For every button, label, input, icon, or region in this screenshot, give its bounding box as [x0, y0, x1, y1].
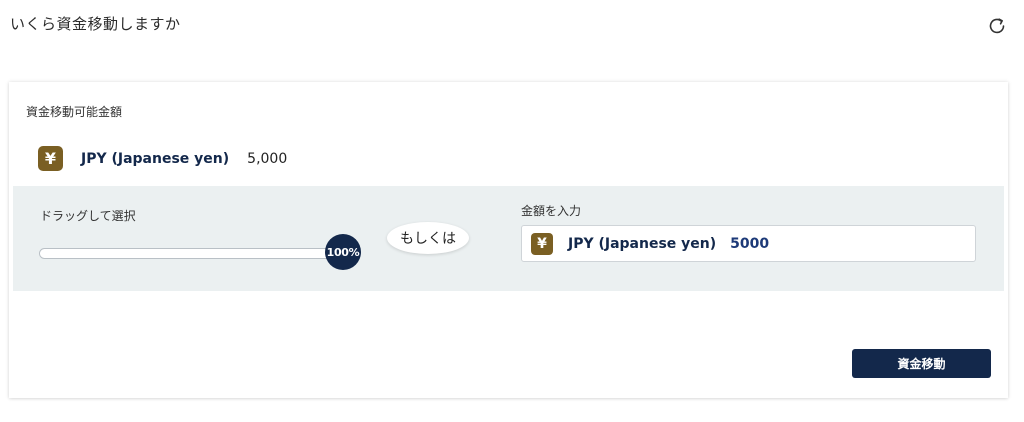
- available-currency-name: JPY (Japanese yen): [81, 150, 230, 167]
- amount-input-field[interactable]: ¥ JPY (Japanese yen) 5000: [521, 225, 976, 262]
- amount-slider-handle[interactable]: 100%: [325, 234, 361, 270]
- input-currency-name: JPY (Japanese yen): [568, 235, 717, 252]
- page-title: いくら資金移動しますか: [10, 15, 181, 33]
- transfer-card: 資金移動可能金額 ¥ JPY (Japanese yen) 5,000 ドラッグ…: [9, 82, 1008, 398]
- available-amount-value: 5,000: [247, 150, 288, 167]
- or-separator: もしくは: [387, 222, 469, 254]
- transfer-funds-button[interactable]: 資金移動: [852, 349, 991, 378]
- yen-icon: ¥: [531, 232, 553, 255]
- yen-icon: ¥: [38, 146, 63, 171]
- refresh-icon[interactable]: [986, 15, 1008, 37]
- amount-selection-panel: ドラッグして選択 100% もしくは 金額を入力 ¥ JPY (Japanese…: [13, 186, 1004, 291]
- available-amount-row: ¥ JPY (Japanese yen) 5,000: [38, 146, 287, 171]
- amount-input-value[interactable]: 5000: [730, 236, 769, 252]
- amount-slider-track[interactable]: [39, 248, 341, 259]
- available-amount-label: 資金移動可能金額: [26, 105, 123, 119]
- amount-input-label: 金額を入力: [521, 204, 582, 218]
- drag-select-label: ドラッグして選択: [40, 209, 136, 223]
